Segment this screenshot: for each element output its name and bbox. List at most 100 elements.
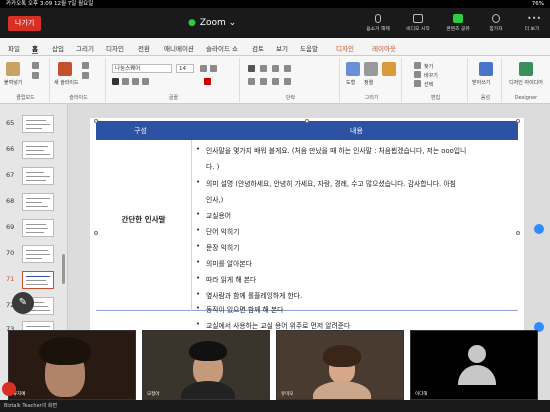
tab-animations[interactable]: 애니메이션	[164, 43, 194, 53]
selection-handle[interactable]	[94, 119, 98, 123]
font-size-combo[interactable]: 14	[176, 64, 194, 73]
unmute-button[interactable]: 음소거 해제	[360, 14, 396, 32]
share-content-button[interactable]: 콘텐츠 공유	[440, 14, 476, 32]
table-body[interactable]: 간단한 인사말 • 인사말을 몇가지 배워 볼게요. (처음 만났을 때 하는 인…	[96, 140, 518, 314]
slide-thumbnail-selected[interactable]: 71	[4, 270, 64, 290]
justify-icon[interactable]	[284, 78, 291, 85]
dictate-icon[interactable]	[479, 62, 493, 76]
participants-icon	[492, 14, 500, 23]
bullet-text: 동작이 있으면 함께 해 본다	[206, 306, 284, 314]
design-ideas-icon[interactable]	[519, 62, 533, 76]
font-name-combo[interactable]: 나눔스퀘어	[112, 64, 172, 73]
avatar-icon	[468, 345, 486, 363]
align-left-icon[interactable]	[248, 78, 255, 85]
strike-icon[interactable]	[142, 78, 149, 85]
slide-thumbnail[interactable]: 67	[4, 166, 64, 186]
slide-thumbnail[interactable]: 69	[4, 218, 64, 238]
selection-handle[interactable]	[516, 119, 520, 123]
participant-video[interactable]: 류지예	[8, 330, 136, 400]
slide-number: 66	[6, 145, 15, 153]
slide-thumbnail[interactable]: 65	[4, 114, 64, 134]
slide-number: 71	[6, 275, 15, 283]
group-designer-caption: Designer	[514, 95, 538, 101]
leave-button[interactable]: 나가기	[8, 16, 42, 31]
header-composition: 구성	[134, 127, 147, 135]
bullet-text: 단어 익히기	[206, 228, 240, 236]
column-divider	[191, 140, 192, 311]
paste-icon[interactable]	[6, 62, 20, 76]
group-slides: 새 슬라이드 슬라이드	[52, 58, 106, 102]
align-center-icon[interactable]	[260, 78, 267, 85]
group-clipboard-caption: 클립보드	[16, 95, 35, 101]
expand-icon[interactable]	[534, 224, 544, 234]
shrink-font-icon[interactable]	[210, 65, 217, 72]
share-content-icon	[453, 14, 463, 23]
more-label: 더 보기	[524, 27, 540, 32]
bold-icon[interactable]	[112, 78, 119, 85]
cut-icon[interactable]	[32, 62, 39, 69]
quick-styles-icon[interactable]	[382, 62, 396, 76]
select-label: 선택	[424, 82, 434, 88]
pen-annotate-icon[interactable]: ✎	[12, 292, 34, 314]
slide-number: 65	[6, 119, 15, 127]
layout-icon[interactable]	[82, 62, 89, 69]
tab-table-design[interactable]: 디자인	[336, 43, 354, 53]
numbering-icon[interactable]	[260, 65, 267, 72]
tab-view[interactable]: 보기	[276, 43, 288, 53]
grow-font-icon[interactable]	[200, 65, 207, 72]
new-slide-icon[interactable]	[58, 62, 72, 76]
shapes-icon[interactable]	[346, 62, 360, 76]
tab-table-layout[interactable]: 레이아웃	[372, 43, 396, 53]
participant-name: 이다해	[415, 392, 428, 397]
tab-slideshow[interactable]: 슬라이드 쇼	[206, 43, 238, 53]
slide-thumbnail[interactable]: 70	[4, 244, 64, 264]
font-color-icon[interactable]	[204, 78, 211, 85]
group-font-caption: 글꼴	[168, 95, 179, 101]
share-footer: Biztalk Teacher의 화면	[0, 400, 550, 412]
slide-thumbnail[interactable]: 68	[4, 192, 64, 212]
start-video-button[interactable]: 비디오 시작	[400, 14, 436, 32]
video-off-icon	[413, 14, 423, 23]
bullet-text: 따라 읽게 해 본다	[206, 276, 257, 284]
slide-thumbnail[interactable]: 66	[4, 140, 64, 160]
participants-label: 참가자	[489, 27, 503, 32]
replace-icon[interactable]	[414, 71, 421, 78]
thumbnail-preview	[22, 245, 54, 263]
arrange-icon[interactable]	[364, 62, 378, 76]
participant-hair	[39, 337, 91, 365]
tab-insert[interactable]: 삽입	[52, 43, 64, 53]
thumbnail-preview	[22, 141, 54, 159]
thumbnail-preview	[22, 115, 54, 133]
tab-home[interactable]: 홈	[32, 43, 38, 54]
selection-handle[interactable]	[305, 119, 309, 123]
increase-indent-icon[interactable]	[284, 65, 291, 72]
italic-icon[interactable]	[122, 78, 129, 85]
select-icon[interactable]	[414, 80, 421, 87]
underline-icon[interactable]	[132, 78, 139, 85]
thumbnail-scrollbar[interactable]	[62, 254, 65, 284]
slide-number: 69	[6, 223, 15, 231]
participants-button[interactable]: 참가자	[478, 14, 514, 32]
participant-video[interactable]: 모정아	[142, 330, 270, 400]
participant-hair	[189, 341, 227, 361]
thumbnail-preview	[22, 219, 54, 237]
zoom-toolbar: 나가기 ● Zoom ⌄ 음소거 해제 비디오 시작 콘텐츠 공유 참가자 •••…	[0, 8, 550, 38]
decrease-indent-icon[interactable]	[272, 65, 279, 72]
tab-review[interactable]: 검토	[252, 43, 264, 53]
bullets-icon[interactable]	[248, 65, 255, 72]
copy-icon[interactable]	[32, 72, 39, 79]
group-drawing-caption: 그리기	[364, 95, 379, 101]
participant-video[interactable]: 이다해	[410, 330, 538, 400]
more-button[interactable]: ••• 더 보기	[514, 14, 550, 32]
tab-transitions[interactable]: 전환	[138, 43, 150, 53]
zoom-title[interactable]: ● Zoom ⌄	[188, 16, 236, 30]
align-right-icon[interactable]	[272, 78, 279, 85]
reset-icon[interactable]	[82, 72, 89, 79]
find-icon[interactable]	[414, 62, 421, 69]
recording-icon[interactable]	[2, 382, 16, 396]
tab-file[interactable]: 파일	[8, 43, 20, 53]
participant-video[interactable]: 유미오	[276, 330, 404, 400]
tab-draw[interactable]: 그리기	[76, 43, 94, 53]
tab-help[interactable]: 도움말	[300, 43, 318, 53]
tab-design[interactable]: 디자인	[106, 43, 124, 53]
